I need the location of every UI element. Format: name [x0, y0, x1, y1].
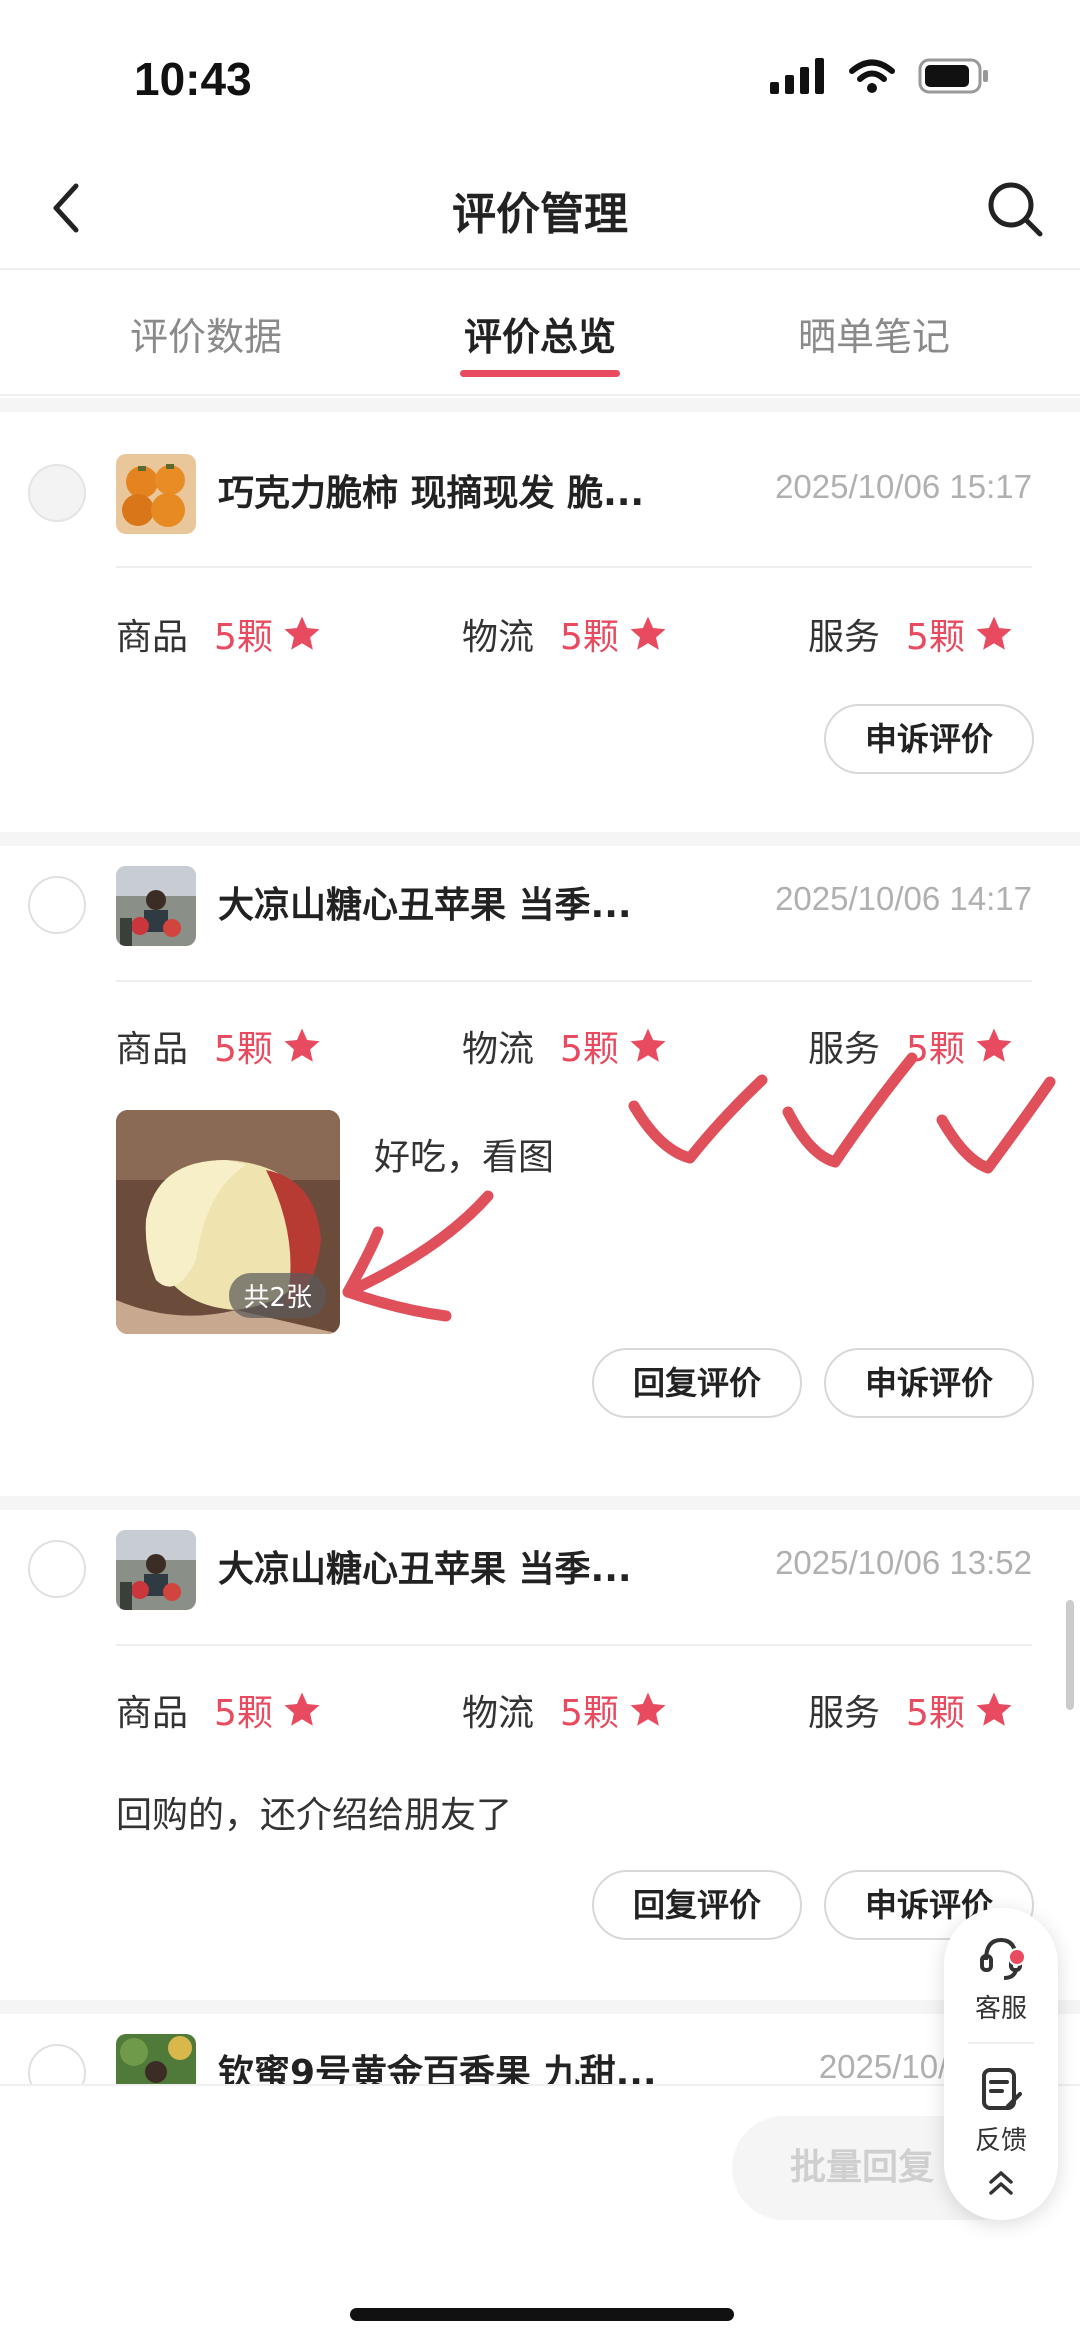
double-chevron-up-icon[interactable] — [984, 2166, 1018, 2200]
feedback-button[interactable]: 反馈 — [944, 2064, 1058, 2157]
star-icon — [976, 1692, 1012, 1726]
rating-label: 商品 — [116, 1693, 189, 1734]
rating-service: 服务 5颗 — [808, 1020, 1015, 1072]
rating-value: 5颗 — [214, 1693, 273, 1734]
product-title[interactable]: 巧克力脆柿 现摘现发 脆... — [218, 464, 644, 516]
review-time: 2025/10/06 13:52 — [775, 1544, 1032, 1581]
battery-icon — [918, 58, 988, 94]
tab-share-notes[interactable]: 晒单笔记 — [724, 306, 1024, 361]
list-gap — [0, 398, 1080, 412]
reply-review-button[interactable]: 回复评价 — [592, 1348, 802, 1418]
appeal-review-button[interactable]: 申诉评价 — [824, 704, 1034, 774]
rating-goods: 商品 5颗 — [116, 1020, 323, 1072]
divider — [116, 980, 1032, 982]
rating-label: 服务 — [808, 617, 881, 658]
feedback-label: 反馈 — [974, 2126, 1027, 2156]
status-icons — [770, 58, 990, 94]
customer-service-button[interactable]: 客服 — [944, 1932, 1058, 2025]
product-title[interactable]: 钦蜜9号黄金百香果 九甜... — [218, 2044, 657, 2084]
star-icon — [284, 1028, 320, 1062]
list-gap — [0, 832, 1080, 846]
rating-logistics: 物流 5颗 — [462, 1020, 669, 1072]
rating-goods: 商品 5颗 — [116, 1684, 323, 1736]
review-time: 2025/10/06 14:17 — [775, 880, 1032, 917]
status-bar: 10:43 — [0, 0, 1080, 150]
floating-service-panel: 客服 反馈 — [944, 1908, 1058, 2220]
rating-label: 物流 — [462, 1029, 535, 1070]
star-icon — [630, 1692, 666, 1726]
rating-service: 服务 5颗 — [808, 1684, 1015, 1736]
feedback-icon — [982, 2068, 1022, 2110]
rating-value: 5颗 — [214, 1029, 273, 1070]
rating-value: 5颗 — [906, 617, 965, 658]
search-icon[interactable] — [984, 178, 1046, 240]
status-time: 10:43 — [134, 53, 252, 105]
product-thumbnail[interactable] — [116, 454, 196, 534]
product-title[interactable]: 大凉山糖心丑苹果 当季... — [218, 876, 632, 928]
rating-value: 5颗 — [214, 617, 273, 658]
review-photo[interactable]: 共2张 — [116, 1110, 340, 1334]
rating-value: 5颗 — [906, 1029, 965, 1070]
tab-active-indicator — [460, 370, 620, 377]
star-icon — [284, 1692, 320, 1726]
divider — [968, 2042, 1034, 2044]
product-title[interactable]: 大凉山糖心丑苹果 当季... — [218, 1540, 632, 1592]
rating-label: 服务 — [808, 1693, 881, 1734]
select-checkbox[interactable] — [28, 2044, 86, 2084]
divider — [116, 1644, 1032, 1646]
review-card: 巧克力脆柿 现摘现发 脆... 2025/10/06 15:17 商品 5颗 物… — [0, 412, 1080, 832]
rating-value: 5颗 — [560, 1693, 619, 1734]
select-checkbox[interactable] — [28, 1540, 86, 1598]
select-checkbox[interactable] — [28, 876, 86, 934]
rating-logistics: 物流 5颗 — [462, 1684, 669, 1736]
rating-label: 物流 — [462, 617, 535, 658]
product-thumbnail[interactable] — [116, 1530, 196, 1610]
photo-count-badge: 共2张 — [229, 1273, 326, 1318]
appeal-review-button[interactable]: 申诉评价 — [824, 1348, 1034, 1418]
customer-service-label: 客服 — [974, 1994, 1027, 2024]
select-checkbox[interactable] — [28, 464, 86, 522]
star-icon — [976, 1028, 1012, 1062]
notification-dot — [1008, 1948, 1026, 1966]
rating-value: 5颗 — [906, 1693, 965, 1734]
scrollbar[interactable] — [1066, 1600, 1074, 1710]
signal-icon — [770, 58, 824, 94]
review-time: 2025/10/06 15:17 — [775, 468, 1032, 505]
rating-logistics: 物流 5颗 — [462, 608, 669, 660]
review-list: 巧克力脆柿 现摘现发 脆... 2025/10/06 15:17 商品 5颗 物… — [0, 398, 1080, 2084]
review-text: 回购的，还介绍给朋友了 — [116, 1795, 513, 1836]
divider — [116, 566, 1032, 568]
tab-review-data[interactable]: 评价数据 — [56, 306, 356, 361]
rating-label: 商品 — [116, 617, 189, 658]
review-card: 大凉山糖心丑苹果 当季... 2025/10/06 13:52 商品 5颗 物流… — [0, 1510, 1080, 2000]
review-card: 大凉山糖心丑苹果 当季... 2025/10/06 14:17 商品 5颗 物流… — [0, 846, 1080, 1496]
rating-goods: 商品 5颗 — [116, 608, 323, 660]
rating-label: 服务 — [808, 1029, 881, 1070]
rating-value: 5颗 — [560, 1029, 619, 1070]
product-thumbnail[interactable] — [116, 2034, 196, 2084]
star-icon — [284, 616, 320, 650]
star-icon — [630, 616, 666, 650]
navbar: 评价管理 — [0, 150, 1080, 270]
page-title: 评价管理 — [452, 189, 628, 240]
reply-review-button[interactable]: 回复评价 — [592, 1870, 802, 1940]
tab-bar: 评价数据 评价总览 晒单笔记 — [0, 272, 1080, 396]
tab-review-overview[interactable]: 评价总览 — [390, 306, 690, 361]
bottom-bar: 批量回复 — [0, 2084, 1080, 2341]
list-gap — [0, 2000, 1080, 2014]
rating-label: 物流 — [462, 1693, 535, 1734]
rating-label: 商品 — [116, 1029, 189, 1070]
rating-value: 5颗 — [560, 617, 619, 658]
review-card: 钦蜜9号黄金百香果 九甜... 2025/10/06 — [0, 2014, 1080, 2084]
review-text: 好吃，看图 — [374, 1137, 555, 1178]
wifi-icon — [849, 59, 895, 93]
list-gap — [0, 1496, 1080, 1510]
product-thumbnail[interactable] — [116, 866, 196, 946]
star-icon — [976, 616, 1012, 650]
home-indicator — [350, 2308, 734, 2321]
rating-service: 服务 5颗 — [808, 608, 1015, 660]
star-icon — [630, 1028, 666, 1062]
